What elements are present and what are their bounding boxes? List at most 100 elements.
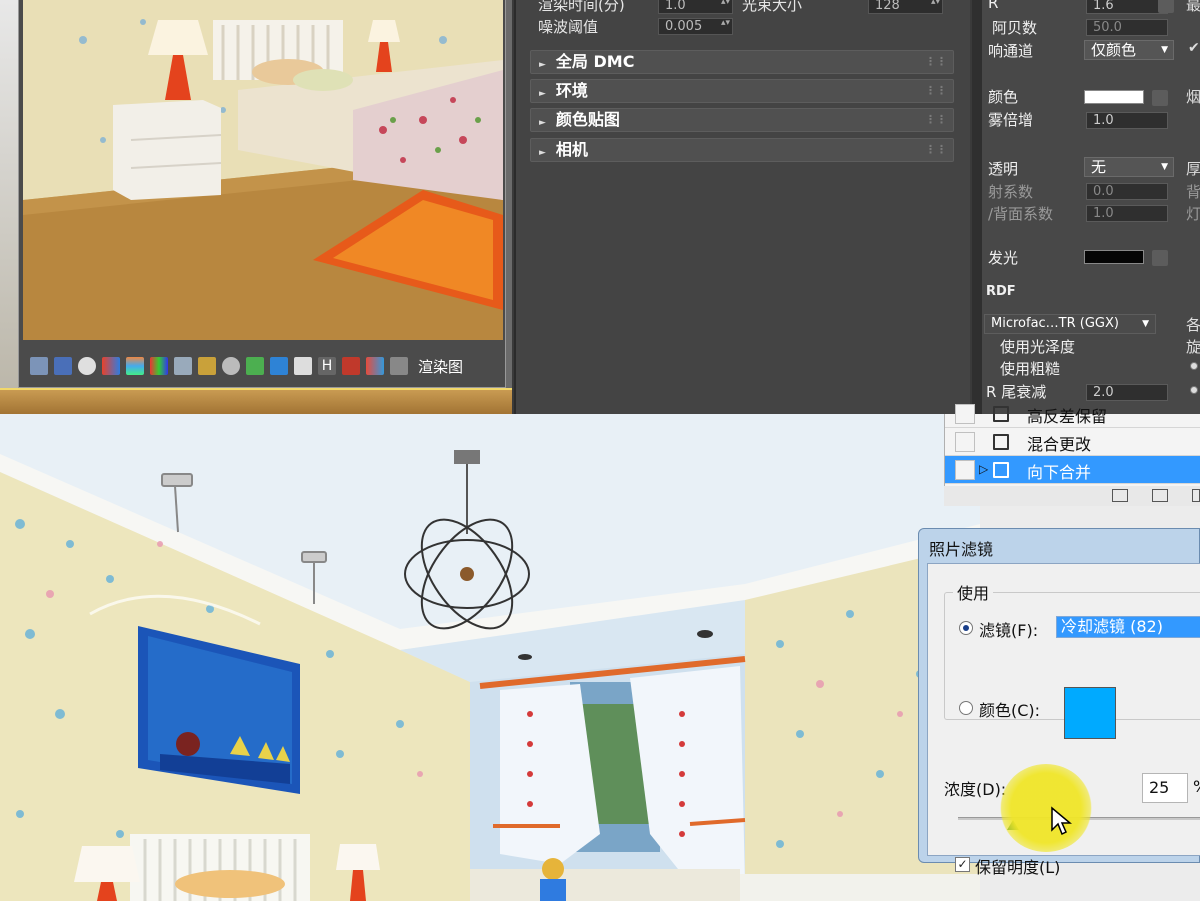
new-snapshot-icon[interactable] (1152, 489, 1168, 502)
render-time-spinner[interactable]: 1.0 (658, 0, 733, 14)
render-settings-panel: 渲染时间(分) 1.0 光束大小 128 噪波阈值 0.005 ► 全局 DMC … (514, 0, 970, 414)
rollout-label: 环境 (555, 81, 588, 100)
rollout-global-dmc[interactable]: ► 全局 DMC ⋮⋮ (530, 50, 954, 74)
hsl-icon[interactable] (126, 357, 144, 375)
side-label: 旋 (1186, 338, 1200, 356)
map-button[interactable] (1152, 250, 1168, 266)
color-radio[interactable] (959, 701, 973, 715)
affect-channels-label: 响通道 (988, 42, 1034, 60)
radio-button[interactable] (1190, 362, 1198, 370)
abbe-label: 阿贝数 (992, 19, 1038, 37)
levels-icon[interactable] (150, 357, 168, 375)
split-compare-icon[interactable] (342, 357, 360, 375)
map-button[interactable] (1158, 0, 1174, 13)
fwd-back-coeff-spinner[interactable]: 1.0 (1086, 205, 1168, 222)
side-label: 背 (1186, 183, 1200, 201)
fwd-back-coeff-label: /背面系数 (988, 205, 1054, 223)
delete-icon[interactable] (1192, 489, 1200, 502)
rendered-bedroom-image (23, 0, 503, 340)
history-item[interactable]: 混合更改 (945, 428, 1200, 456)
check-icon: ✔ (1188, 40, 1200, 56)
grip-icon: ⋮⋮ (925, 55, 947, 68)
history-brush-icon: ▷ (979, 462, 989, 476)
translucency-dropdown[interactable]: 无 ▼ (1084, 157, 1174, 177)
fog-multiplier-spinner[interactable]: 1.0 (1086, 112, 1168, 129)
render-frame-window: H 渲染图 (0, 0, 512, 414)
filter-dropdown[interactable]: 冷却滤镜 (82) (1056, 616, 1200, 638)
snapshot-box[interactable] (955, 460, 975, 480)
side-label: 厚 (1186, 160, 1200, 178)
history-item-label: 高反差保留 (1027, 407, 1108, 426)
grid-icon[interactable] (390, 357, 408, 375)
map-button[interactable] (1152, 90, 1168, 106)
rollout-label: 颜色贴图 (555, 110, 620, 129)
ior-spinner[interactable]: 1.6 (1086, 0, 1168, 14)
use-glossiness-label[interactable]: 使用光泽度 (1000, 336, 1075, 357)
expand-arrow-icon: ► (539, 89, 546, 99)
radio-button[interactable] (1190, 386, 1198, 394)
histogram-icon[interactable] (174, 357, 192, 375)
grip-icon: ⋮⋮ (925, 84, 947, 97)
save-image-icon[interactable] (30, 357, 48, 375)
scatter-coeff-spinner[interactable]: 0.0 (1086, 183, 1168, 200)
curve-icon[interactable] (198, 357, 216, 375)
self-illum-swatch[interactable] (1084, 250, 1144, 264)
expand-arrow-icon: ► (539, 118, 546, 128)
gtr-tail-falloff-label: R 尾衰减 (986, 383, 1047, 401)
bucket-size-label: 光束大小 (742, 0, 803, 14)
color-correction-icon[interactable] (102, 357, 120, 375)
affect-channels-dropdown[interactable]: 仅颜色 ▼ (1084, 40, 1174, 60)
dropdown-value: Microfac…TR (GGX) (991, 316, 1119, 331)
filter-radio[interactable] (959, 621, 973, 635)
rollout-camera[interactable]: ► 相机 ⋮⋮ (530, 138, 954, 162)
history-step-icon (993, 462, 1009, 478)
render-frame-toolbar: H 渲染图 (30, 352, 506, 380)
photoshop-canvas (0, 414, 980, 901)
history-item-label: 混合更改 (1027, 435, 1092, 454)
history-item[interactable]: 高反差保留 (945, 400, 1200, 428)
history-panel-footer (944, 486, 1200, 506)
lut-icon[interactable] (270, 357, 288, 375)
channel-icon[interactable] (54, 357, 72, 375)
rollout-label: 相机 (555, 140, 588, 159)
h-icon[interactable]: H (318, 357, 336, 375)
density-label: 浓度(D): (944, 780, 1007, 799)
mouse-pointer-icon (1051, 806, 1072, 836)
new-document-icon[interactable] (1112, 489, 1128, 502)
fog-multiplier-label: 雾倍增 (988, 111, 1034, 129)
chevron-down-icon: ▼ (1161, 45, 1168, 55)
grip-icon: ⋮⋮ (925, 113, 947, 126)
expand-arrow-icon: ► (539, 60, 546, 70)
compare-icon[interactable] (366, 357, 384, 375)
rollout-label: 全局 DMC (555, 52, 635, 71)
material-editor-panel: R 1.6 最 阿贝数 50.0 响通道 仅颜色 ▼ ✔ 颜色 烟 雾倍增 1.… (972, 0, 1200, 414)
snapshot-box[interactable] (955, 432, 975, 452)
rollout-environment[interactable]: ► 环境 ⋮⋮ (530, 79, 954, 103)
rollout-color-mapping[interactable]: ► 颜色贴图 ⋮⋮ (530, 108, 954, 132)
bedroom-photo-svg (0, 414, 980, 901)
grip-icon: ⋮⋮ (925, 143, 947, 156)
translucency-label: 透明 (988, 160, 1019, 178)
exposure-icon[interactable] (222, 357, 240, 375)
color-swatch[interactable] (1064, 687, 1116, 739)
noise-threshold-spinner[interactable]: 0.005 (658, 18, 733, 35)
brdf-type-dropdown[interactable]: Microfac…TR (GGX) ▼ (984, 314, 1156, 334)
history-item-selected[interactable]: ▷ 向下合并 (945, 456, 1200, 484)
dialog-title: 照片滤镜 (929, 540, 994, 559)
bucket-size-spinner[interactable]: 128 (868, 0, 943, 14)
snapshot-box[interactable] (955, 404, 975, 424)
fog-color-swatch[interactable] (1084, 90, 1144, 104)
preserve-luminosity-checkbox[interactable]: ✓ (955, 857, 970, 872)
info-icon[interactable] (78, 357, 96, 375)
dropdown-value: 无 (1091, 158, 1107, 176)
white-balance-icon[interactable] (246, 357, 264, 375)
ocio-icon[interactable] (294, 357, 312, 375)
self-illum-label: 发光 (988, 249, 1019, 267)
gtr-tail-falloff-spinner[interactable]: 2.0 (1086, 384, 1168, 401)
chevron-down-icon: ▼ (1161, 162, 1168, 172)
chevron-down-icon: ▼ (1142, 319, 1149, 329)
abbe-spinner[interactable]: 50.0 (1086, 19, 1168, 36)
fog-color-label: 颜色 (988, 88, 1019, 106)
use-roughness-label[interactable]: 使用粗糙 (1000, 358, 1060, 379)
density-input[interactable]: 25 (1142, 773, 1188, 803)
